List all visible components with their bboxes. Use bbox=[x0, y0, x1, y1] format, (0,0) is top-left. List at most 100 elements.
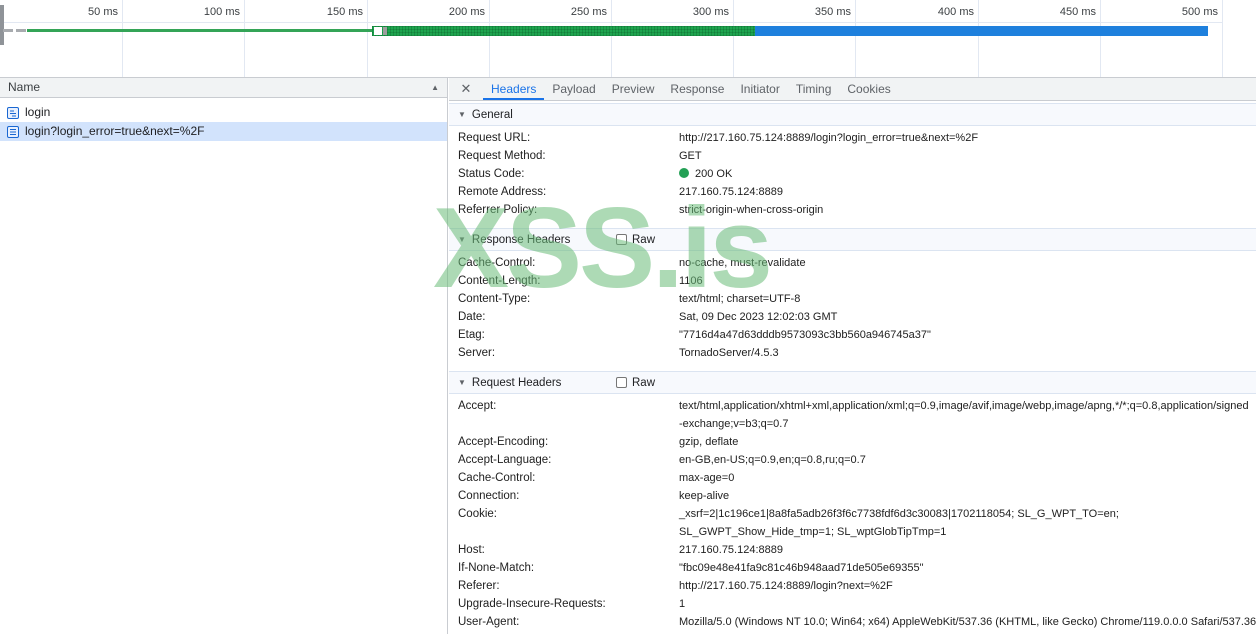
request-name: login?login_error=true&next=%2F bbox=[25, 124, 205, 138]
header-row: Accept-Language: en-GB,en-US;q=0.9,en;q=0… bbox=[449, 451, 1256, 469]
timeline-overview[interactable]: 50 ms 100 ms 150 ms 200 ms 250 ms 300 ms 350 m… bbox=[0, 0, 1256, 78]
timeline-gridline bbox=[733, 0, 734, 77]
request-list: login login?login_error=true&next=%2F bbox=[0, 98, 447, 141]
header-row: Upgrade-Insecure-Requests: 1 bbox=[449, 595, 1256, 613]
header-value: max-age=0 bbox=[679, 472, 735, 484]
network-panel: Name ▲ login login?login_error=true&next=… bbox=[0, 78, 448, 634]
section-title: Request Headers bbox=[471, 376, 562, 389]
header-name: Accept-Encoding: bbox=[458, 436, 549, 448]
raw-toggle[interactable]: Raw bbox=[616, 229, 655, 250]
tab-headers[interactable]: Headers bbox=[483, 78, 544, 100]
timeline-tick-label: 200 ms bbox=[448, 6, 485, 18]
timeline-gridline bbox=[1222, 0, 1223, 77]
header-value: GET bbox=[679, 150, 702, 162]
overview-gray-dash bbox=[3, 29, 13, 32]
close-icon: ✕ bbox=[460, 81, 472, 96]
timeline-selection-grip[interactable] bbox=[383, 27, 387, 35]
header-name: Upgrade-Insecure-Requests: bbox=[458, 598, 606, 610]
section-header[interactable]: ▼ General bbox=[449, 103, 1256, 126]
tab-timing[interactable]: Timing bbox=[788, 78, 840, 100]
header-name: Cache-Control: bbox=[458, 257, 536, 269]
timeline-tick-label: 350 ms bbox=[814, 6, 851, 18]
header-row: Cache-Control: no-cache, must-revalidate bbox=[449, 254, 1256, 272]
header-row: Cache-Control: max-age=0 bbox=[449, 469, 1256, 487]
tab-payload[interactable]: Payload bbox=[544, 78, 603, 100]
header-row: If-None-Match: "fbc09e48e41fa9c81c46b948a… bbox=[449, 559, 1256, 577]
timeline-tick-label: 150 ms bbox=[326, 6, 363, 18]
header-value: keep-alive bbox=[679, 490, 730, 502]
close-button[interactable]: ✕ bbox=[449, 78, 483, 100]
header-row: Connection: keep-alive bbox=[449, 487, 1256, 505]
header-row: Request Method: GET bbox=[449, 147, 1256, 165]
timeline-gridline bbox=[978, 0, 979, 77]
header-name: Referrer Policy: bbox=[458, 204, 538, 216]
timeline-tick-label: 50 ms bbox=[88, 6, 118, 18]
header-value: 200 OK bbox=[679, 165, 1256, 183]
tab-preview[interactable]: Preview bbox=[604, 78, 663, 100]
header-name: Server: bbox=[458, 347, 496, 359]
disclosure-triangle-icon: ▼ bbox=[458, 234, 466, 244]
header-name: Date: bbox=[458, 311, 486, 323]
section-title: General bbox=[471, 108, 513, 121]
header-name: Remote Address: bbox=[458, 186, 547, 198]
raw-label: Raw bbox=[632, 376, 656, 389]
header-value: 1 bbox=[679, 598, 686, 610]
header-row: Request URL: http://217.160.75.124:8889/l… bbox=[449, 129, 1256, 147]
timeline-selection-handle[interactable] bbox=[374, 27, 382, 35]
header-value: text/html,application/xhtml+xml,applicat… bbox=[679, 400, 1249, 430]
header-name: Request URL: bbox=[458, 132, 531, 144]
timeline-gridline bbox=[855, 0, 856, 77]
header-value: Mozilla/5.0 (Windows NT 10.0; Win64; x64… bbox=[679, 616, 1256, 628]
request-timeline-bar-green bbox=[372, 26, 755, 36]
tab-cookies[interactable]: Cookies bbox=[839, 78, 898, 100]
header-value: "7716d4a47d63dddb9573093c3bb560a946745a3… bbox=[679, 329, 931, 341]
header-row: Etag: "7716d4a47d63dddb9573093c3bb560a946… bbox=[449, 326, 1256, 344]
header-value: http://217.160.75.124:8889/login?login_e… bbox=[679, 132, 979, 144]
raw-checkbox[interactable] bbox=[616, 377, 627, 388]
header-name: Content-Type: bbox=[458, 293, 531, 305]
document-icon bbox=[7, 106, 19, 119]
header-name: Referer: bbox=[458, 580, 500, 592]
header-value: Sat, 09 Dec 2023 12:02:03 GMT bbox=[679, 311, 838, 323]
header-row: Content-Type: text/html; charset=UTF-8 bbox=[449, 290, 1256, 308]
header-name: If-None-Match: bbox=[458, 562, 535, 574]
header-value: en-GB,en-US;q=0.9,en;q=0.8,ru;q=0.7 bbox=[679, 454, 866, 466]
header-row: Host: 217.160.75.124:8889 bbox=[449, 541, 1256, 559]
request-name: login bbox=[25, 105, 51, 119]
header-name: User-Agent: bbox=[458, 616, 520, 628]
section-header[interactable]: ▼ Request Headers Raw bbox=[449, 371, 1256, 394]
header-value: no-cache, must-revalidate bbox=[679, 257, 806, 269]
header-name: Accept: bbox=[458, 400, 497, 412]
header-row: Date: Sat, 09 Dec 2023 12:02:03 GMT bbox=[449, 308, 1256, 326]
request-row[interactable]: login?login_error=true&next=%2F bbox=[0, 122, 447, 141]
header-name: Status Code: bbox=[458, 168, 525, 180]
timeline-tick-label: 400 ms bbox=[937, 6, 974, 18]
tab-initiator[interactable]: Initiator bbox=[732, 78, 787, 100]
header-row: Server: TornadoServer/4.5.3 bbox=[449, 344, 1256, 362]
request-timeline-bar[interactable] bbox=[372, 26, 1208, 36]
details-panel: ✕ Headers Payload Preview Response Initiator… bbox=[449, 78, 1256, 634]
header-value: http://217.160.75.124:8889/login?next=%2… bbox=[679, 580, 893, 592]
request-row[interactable]: login bbox=[0, 103, 447, 122]
timeline-gridline bbox=[244, 0, 245, 77]
sort-ascending-icon: ▲ bbox=[431, 83, 439, 92]
disclosure-triangle-icon: ▼ bbox=[458, 109, 466, 119]
section-header[interactable]: ▼ Response Headers Raw bbox=[449, 228, 1256, 251]
header-row: Cookie: _xsrf=2|1c196ce1|8a8fa5adb26f3f6c… bbox=[449, 505, 1256, 541]
header-value: strict-origin-when-cross-origin bbox=[679, 204, 824, 216]
timeline-gridline bbox=[367, 0, 368, 77]
timeline-drag-handle[interactable] bbox=[0, 5, 4, 45]
document-icon bbox=[7, 125, 19, 138]
overview-gray-dash bbox=[16, 29, 26, 32]
raw-toggle[interactable]: Raw bbox=[616, 372, 655, 393]
timeline-tick-label: 250 ms bbox=[570, 6, 607, 18]
tab-response[interactable]: Response bbox=[662, 78, 732, 100]
raw-checkbox[interactable] bbox=[616, 234, 627, 245]
name-column-label: Name bbox=[8, 80, 41, 94]
header-value: gzip, deflate bbox=[679, 436, 739, 448]
header-value: 217.160.75.124:8889 bbox=[679, 186, 783, 198]
header-row: Referrer Policy: strict-origin-when-cross… bbox=[449, 201, 1256, 219]
name-column-header[interactable]: Name ▲ bbox=[0, 78, 447, 98]
header-row: Accept: text/html,application/xhtml+xml,a… bbox=[449, 397, 1256, 433]
header-row: Content-Length: 1106 bbox=[449, 272, 1256, 290]
